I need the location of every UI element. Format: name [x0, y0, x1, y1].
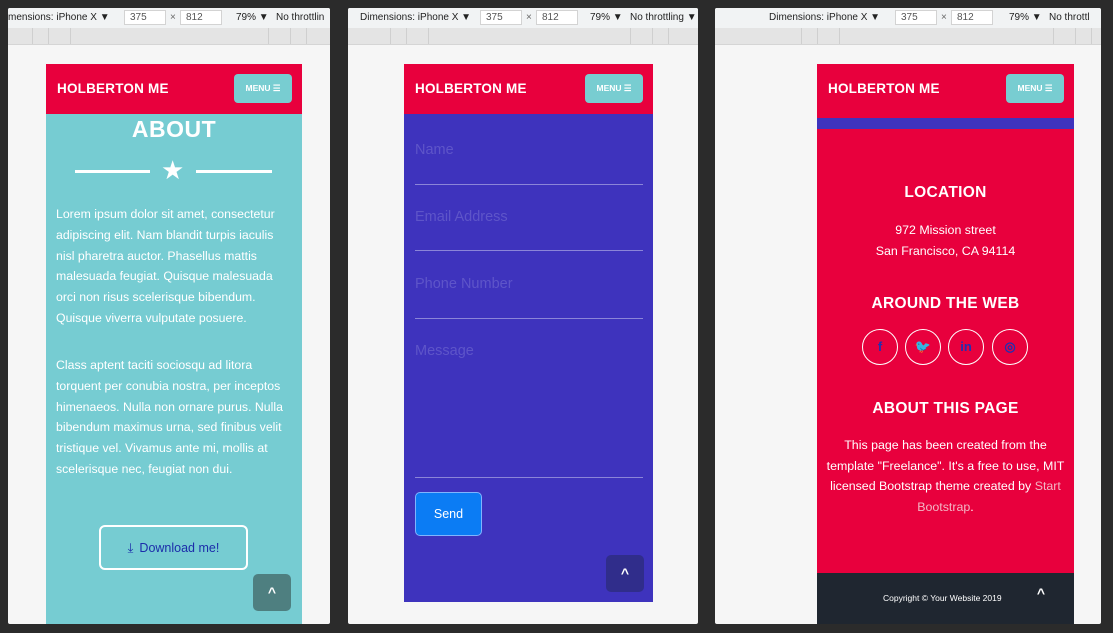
- throttling-dropdown[interactable]: No throttlin: [276, 12, 324, 23]
- about-title: ABOUT: [131, 116, 217, 142]
- devtools-panel-contact: Dimensions: iPhone X ▼ 375 × 812 79% ▼ N…: [348, 8, 698, 624]
- devtools-toolbar: mensions: iPhone X ▼ 375 × 812 79% ▼ No …: [8, 8, 330, 28]
- devtools-toolbar: Dimensions: iPhone X ▼ 375 × 812 79% ▼ N…: [715, 8, 1101, 28]
- social-links: f 🐦 in ◎: [862, 329, 1030, 365]
- download-button[interactable]: ⤓ Download me!: [99, 525, 248, 570]
- throttling-dropdown[interactable]: No throttl: [1049, 12, 1090, 23]
- about-page-text: This page has been created from the temp…: [825, 435, 1066, 517]
- send-button[interactable]: Send: [415, 492, 482, 536]
- phone-viewport-about: HOLBERTON ME MENU ☰ ABOUT ★ Lorem ipsum …: [46, 64, 302, 624]
- copyright-text: Copyright © Your Website 2019: [883, 593, 1002, 603]
- width-input[interactable]: 375: [480, 10, 522, 25]
- menu-button[interactable]: MENU ☰: [1006, 74, 1064, 103]
- download-icon: ⤓: [127, 540, 134, 555]
- about-page-text-body: This page has been created from the temp…: [826, 438, 1065, 493]
- devtools-panel-about: mensions: iPhone X ▼ 375 × 812 79% ▼ No …: [8, 8, 330, 624]
- brand-link[interactable]: HOLBERTON ME: [828, 81, 940, 96]
- star-icon: ★: [161, 155, 185, 185]
- height-input[interactable]: 812: [180, 10, 222, 25]
- name-field[interactable]: Name: [415, 142, 643, 185]
- dribbble-icon[interactable]: ◎: [992, 329, 1028, 365]
- media-query-ruler: [8, 28, 330, 45]
- about-paragraph-1: Lorem ipsum dolor sit amet, consectetur …: [56, 207, 275, 325]
- times-label: ×: [941, 12, 947, 23]
- brand-link[interactable]: HOLBERTON ME: [57, 81, 169, 96]
- zoom-dropdown[interactable]: 79% ▼: [590, 12, 623, 23]
- times-label: ×: [526, 12, 532, 23]
- scroll-top-button[interactable]: ^: [606, 555, 644, 592]
- dimensions-dropdown[interactable]: Dimensions: iPhone X ▼: [769, 12, 880, 23]
- media-query-ruler: [715, 28, 1101, 45]
- location-title: LOCATION: [904, 184, 987, 201]
- media-query-ruler: [348, 28, 698, 45]
- zoom-dropdown[interactable]: 79% ▼: [1009, 12, 1042, 23]
- contact-section-edge: [817, 118, 1074, 129]
- throttling-dropdown[interactable]: No throttling ▼: [630, 12, 697, 23]
- message-field[interactable]: Message: [415, 343, 643, 478]
- height-input[interactable]: 812: [951, 10, 993, 25]
- about-page-text-end: .: [970, 499, 974, 514]
- address-line-1: 972 Mission street: [895, 223, 996, 237]
- email-field[interactable]: Email Address: [415, 209, 643, 251]
- scroll-top-button[interactable]: ^: [253, 574, 291, 611]
- linkedin-icon[interactable]: in: [948, 329, 984, 365]
- navbar: HOLBERTON ME MENU ☰: [404, 64, 653, 114]
- download-label: Download me!: [139, 541, 220, 555]
- menu-button[interactable]: MENU ☰: [234, 74, 292, 103]
- dimensions-dropdown[interactable]: Dimensions: iPhone X ▼: [360, 12, 471, 23]
- height-input[interactable]: 812: [536, 10, 578, 25]
- twitter-icon[interactable]: 🐦: [905, 329, 941, 365]
- about-paragraph-2: Class aptent taciti sociosqu ad litora t…: [56, 358, 283, 476]
- address-line-2: San Francisco, CA 94114: [875, 244, 1016, 258]
- dimensions-dropdown[interactable]: mensions: iPhone X ▼: [8, 12, 110, 23]
- divider-line-right: [196, 170, 272, 173]
- zoom-dropdown[interactable]: 79% ▼: [236, 12, 269, 23]
- menu-button[interactable]: MENU ☰: [585, 74, 643, 103]
- divider-line-left: [75, 170, 150, 173]
- phone-field[interactable]: Phone Number: [415, 276, 643, 319]
- width-input[interactable]: 375: [895, 10, 937, 25]
- times-label: ×: [170, 12, 176, 23]
- navbar: HOLBERTON ME MENU ☰: [817, 64, 1074, 114]
- phone-viewport-footer: HOLBERTON ME MENU ☰ LOCATION 972 Mission…: [817, 64, 1074, 624]
- width-input[interactable]: 375: [124, 10, 166, 25]
- navbar: HOLBERTON ME MENU ☰: [46, 64, 302, 114]
- facebook-icon[interactable]: f: [862, 329, 898, 365]
- brand-link[interactable]: HOLBERTON ME: [415, 81, 527, 96]
- about-page-title: ABOUT THIS PAGE: [872, 400, 1019, 417]
- star-divider: ★: [46, 155, 302, 185]
- scroll-top-button[interactable]: ^: [1024, 578, 1058, 608]
- phone-viewport-contact: HOLBERTON ME MENU ☰ Name Email Address P…: [404, 64, 653, 602]
- devtools-panel-footer: Dimensions: iPhone X ▼ 375 × 812 79% ▼ N…: [715, 8, 1101, 624]
- around-the-web-title: AROUND THE WEB: [871, 295, 1020, 312]
- devtools-toolbar: Dimensions: iPhone X ▼ 375 × 812 79% ▼ N…: [348, 8, 698, 28]
